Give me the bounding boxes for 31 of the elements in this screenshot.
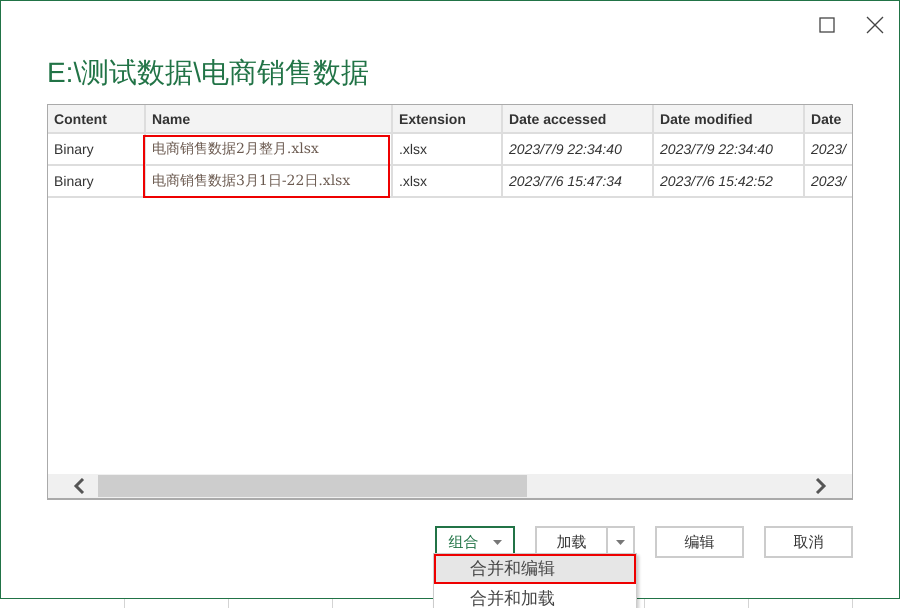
table-cell: 电商销售数据3月1日-22日.xlsx [146,166,393,198]
column-header[interactable]: Extension [393,105,503,134]
column-header[interactable]: Date accessed [503,105,654,134]
table-cell: .xlsx [393,134,503,166]
table-cell: 2023/ [805,166,852,198]
scrollbar-thumb[interactable] [98,475,528,497]
scroll-right-icon[interactable] [814,478,828,494]
caret-icon [492,540,502,544]
menu-item[interactable]: 合并和加载 [434,584,636,608]
dialog-title: E:\测试数据\电商销售数据 [47,56,370,90]
column-header[interactable]: Name [146,105,393,134]
close-icon[interactable] [866,16,884,34]
column-header[interactable]: Date [805,105,852,134]
table-cell: Binary [48,166,146,198]
column-header[interactable]: Content [48,105,146,134]
table-cell: 2023/7/9 22:34:40 [503,134,654,166]
table-cell: 电商销售数据2月整月.xlsx [146,134,393,166]
table-cell: 2023/7/6 15:42:52 [654,166,805,198]
dialog-button[interactable]: 取消 [764,526,853,558]
table-cell: Binary [48,134,146,166]
table-cell: 2023/7/6 15:47:34 [503,166,654,198]
horizontal-scrollbar[interactable] [48,474,852,498]
caret-icon [616,540,625,544]
maximize-icon[interactable] [819,17,835,33]
scroll-left-icon[interactable] [72,478,86,494]
menu-item[interactable]: 合并和编辑 [434,554,636,584]
table-cell: 2023/7/9 22:34:40 [654,134,805,166]
dialog-button[interactable]: 编辑 [655,526,744,558]
table-cell: .xlsx [393,166,503,198]
column-header[interactable]: Date modified [654,105,805,134]
table-cell: 2023/ [805,134,852,166]
